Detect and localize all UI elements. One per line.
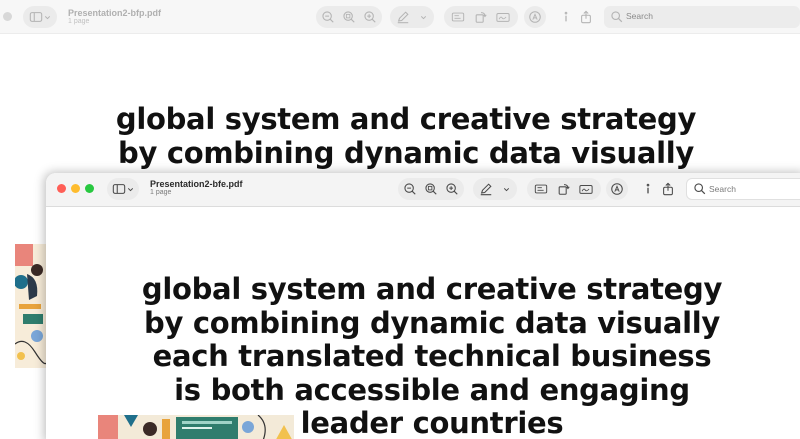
- slide-line: by combining dynamic data visually: [118, 136, 694, 170]
- search-placeholder: Search: [626, 11, 653, 21]
- slide-line: is both accessible and engaging: [174, 372, 690, 407]
- signature-icon[interactable]: [495, 9, 511, 25]
- zoom-out-icon[interactable]: [402, 181, 418, 197]
- slide-line: global system and creative strategy: [115, 102, 697, 136]
- pdf-page: global system and creative strategy by c…: [52, 208, 800, 439]
- zoom-fit-icon[interactable]: [341, 9, 357, 25]
- search-icon: [609, 9, 625, 25]
- document-title: Presentation2-bfe.pdf: [150, 179, 243, 189]
- slide-illustration: [15, 244, 47, 368]
- window-button-inactive[interactable]: [3, 12, 12, 21]
- accessibility-button[interactable]: [606, 178, 628, 200]
- minimize-button[interactable]: [71, 184, 80, 193]
- zoom-in-icon[interactable]: [444, 181, 460, 197]
- markup-button[interactable]: [473, 178, 517, 200]
- zoom-in-icon[interactable]: [362, 9, 378, 25]
- info-icon[interactable]: [640, 181, 656, 197]
- markup-pen-icon: [395, 9, 411, 25]
- info-icon[interactable]: [558, 9, 574, 25]
- accessibility-icon: [609, 181, 625, 197]
- page-count: 1 page: [150, 189, 172, 196]
- rotate-icon[interactable]: [556, 181, 572, 197]
- edit-tools: [527, 178, 601, 200]
- toolbar: Presentation2-bfe.pdf 1 page Search: [46, 173, 800, 207]
- zoom-fit-icon[interactable]: [423, 181, 439, 197]
- slide-line: global system and creative strategy: [141, 272, 723, 306]
- desktop: Presentation2-bfp.pdf 1 page Search glob…: [0, 0, 800, 439]
- zoom-button[interactable]: [85, 184, 94, 193]
- slide-text: global system and creative strategy by c…: [0, 102, 800, 170]
- search-field[interactable]: Search: [604, 6, 800, 28]
- markup-button[interactable]: [390, 6, 434, 28]
- search-placeholder: Search: [709, 184, 736, 194]
- slide-line: by combining dynamic data visually: [144, 305, 720, 340]
- toolbar: Presentation2-bfp.pdf 1 page Search: [0, 0, 800, 34]
- accessibility-icon: [527, 9, 543, 25]
- accessibility-button[interactable]: [524, 6, 546, 28]
- signature-icon[interactable]: [578, 181, 594, 197]
- edit-tools: [444, 6, 518, 28]
- search-field[interactable]: Search: [686, 178, 800, 200]
- zoom-out-icon[interactable]: [320, 9, 336, 25]
- zoom-controls: [398, 178, 464, 200]
- close-button[interactable]: [57, 184, 66, 193]
- share-icon[interactable]: [578, 9, 594, 25]
- zoom-controls: [316, 6, 382, 28]
- share-icon[interactable]: [660, 181, 676, 197]
- textbox-icon[interactable]: [533, 181, 549, 197]
- chevron-down-icon: [417, 9, 429, 25]
- textbox-icon[interactable]: [450, 9, 466, 25]
- search-icon: [692, 181, 708, 197]
- sidebar-toggle-button[interactable]: [23, 6, 57, 28]
- sidebar-toggle-button[interactable]: [107, 178, 139, 200]
- chevron-down-icon: [124, 181, 136, 197]
- slide-line: each translated technical business: [152, 339, 712, 373]
- chevron-down-icon: [41, 9, 53, 25]
- document-title: Presentation2-bfp.pdf: [68, 8, 162, 18]
- menubar-fragment: [648, 0, 800, 5]
- preview-window-foreground[interactable]: Presentation2-bfe.pdf 1 page Search glob…: [46, 173, 800, 439]
- rotate-icon[interactable]: [473, 9, 489, 25]
- slide-illustration: [98, 415, 294, 439]
- markup-pen-icon: [478, 181, 494, 197]
- chevron-down-icon: [500, 181, 512, 197]
- page-count: 1 page: [68, 18, 90, 25]
